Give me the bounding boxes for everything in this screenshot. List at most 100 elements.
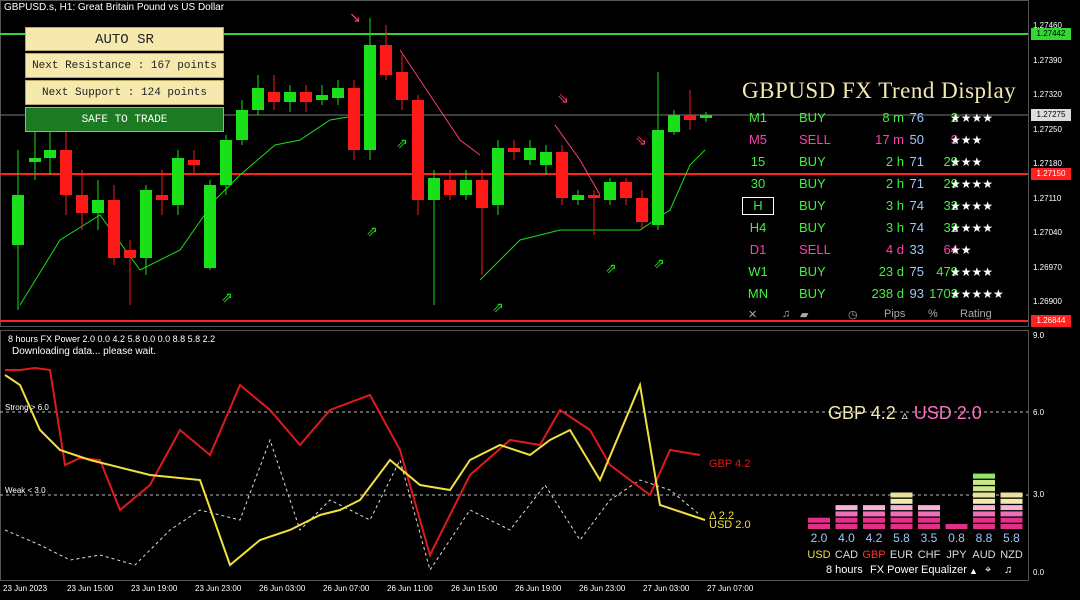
next-support-label: Next Support : 124 points bbox=[25, 80, 224, 105]
age-label: 3 h bbox=[885, 198, 904, 213]
time-tick: 26 Jun 19:00 bbox=[515, 584, 562, 593]
gbp-line-label: GBP 4.2 bbox=[709, 458, 751, 470]
timeframe-label: 30 bbox=[750, 176, 766, 191]
direction-label: BUY bbox=[799, 154, 826, 169]
price-tick: 1.27390 bbox=[1033, 55, 1062, 65]
equalizer-block bbox=[890, 498, 913, 504]
equalizer-mode[interactable]: Equalizer bbox=[921, 564, 967, 576]
fx-power-tick: 6.0 bbox=[1033, 408, 1045, 417]
equalizer-value: 4.2 bbox=[865, 531, 883, 545]
age-label: 17 m bbox=[875, 132, 904, 147]
price-tick: 1.26900 bbox=[1033, 297, 1062, 306]
rating-stars: ★★★★ bbox=[950, 199, 994, 213]
trend-row-mn[interactable]: MN BUY 238 d 1703 93 ★★★★★ bbox=[742, 283, 1026, 305]
equalizer-block bbox=[835, 524, 858, 529]
time-tick: 27 Jun 03:00 bbox=[643, 584, 690, 593]
period-label[interactable]: 8 hours bbox=[826, 564, 863, 576]
rating-stars: ★★★★★ bbox=[950, 287, 1004, 301]
percent-header: % bbox=[928, 308, 938, 320]
equalizer-block bbox=[918, 524, 940, 529]
timeframe-label: H bbox=[742, 197, 774, 215]
equalizer-block bbox=[863, 505, 885, 511]
currency-label-cad[interactable]: CAD bbox=[834, 549, 860, 561]
base-strength: GBP 4.2 bbox=[828, 403, 896, 423]
usd-line-label: USD 2.0 bbox=[709, 519, 751, 531]
crosshair-icon[interactable]: ⌖ bbox=[985, 564, 991, 577]
equalizer-block bbox=[890, 517, 913, 523]
trend-row-m5[interactable]: M5 SELL 17 m 3 50 ★★★ bbox=[742, 129, 1026, 151]
currency-label-nzd[interactable]: NZD bbox=[999, 549, 1025, 561]
triangle-up-icon[interactable]: ▲ bbox=[969, 566, 978, 576]
svg-text:⇗: ⇗ bbox=[366, 223, 378, 239]
fx-power-tick: 0.0 bbox=[1033, 568, 1045, 577]
percent-value: 74 bbox=[909, 220, 924, 235]
age-label: 8 m bbox=[882, 110, 904, 125]
safe-to-trade-status: SAFE TO TRADE bbox=[25, 107, 224, 132]
time-tick: 26 Jun 03:00 bbox=[259, 584, 306, 593]
svg-text:⇗: ⇗ bbox=[396, 135, 408, 151]
equalizer-block bbox=[808, 517, 830, 523]
currency-label-eur[interactable]: EUR bbox=[889, 549, 915, 561]
rating-stars: ★★★★ bbox=[950, 111, 994, 125]
time-tick: 23 Jun 19:00 bbox=[131, 584, 178, 593]
equalizer-block bbox=[1000, 524, 1023, 529]
equalizer-value: 0.8 bbox=[948, 531, 965, 545]
time-tick: 23 Jun 15:00 bbox=[67, 584, 114, 593]
equalizer-block bbox=[835, 517, 858, 523]
equalizer-block bbox=[1000, 505, 1023, 511]
direction-label: BUY bbox=[799, 286, 826, 301]
low-price-marker: 1.26844 bbox=[1031, 315, 1071, 327]
equalizer-block bbox=[890, 492, 913, 498]
equalizer bbox=[808, 473, 1023, 529]
equalizer-block bbox=[918, 511, 940, 517]
direction-label: SELL bbox=[799, 242, 831, 257]
rating-header: Rating bbox=[960, 308, 992, 320]
currency-label-aud[interactable]: AUD bbox=[971, 549, 997, 561]
trend-row-w1[interactable]: W1 BUY 23 d 479 75 ★★★★ bbox=[742, 261, 1026, 283]
age-label: 2 h bbox=[885, 154, 904, 169]
equalizer-value: 2.0 bbox=[810, 531, 828, 545]
timeframe-label: MN bbox=[747, 286, 769, 301]
resistance-price-marker: 1.27442 bbox=[1031, 28, 1071, 40]
timeframe-label: M5 bbox=[748, 132, 768, 147]
percent-value: 76 bbox=[909, 110, 924, 125]
age-label: 23 d bbox=[878, 264, 904, 279]
rating-stars: ★★ bbox=[950, 243, 972, 257]
percent-value: 33 bbox=[909, 242, 924, 257]
clock-icon[interactable]: ◷ bbox=[848, 308, 858, 321]
auto-sr-title[interactable]: AUTO SR bbox=[25, 27, 224, 51]
brush-icon[interactable]: ▰ bbox=[800, 308, 808, 321]
trend-row-m1[interactable]: M1 BUY 8 m 2 76 ★★★★ bbox=[742, 107, 1026, 129]
currency-label-gbp[interactable]: GBP bbox=[861, 549, 887, 561]
trend-row-15[interactable]: 15 BUY 2 h 29 71 ★★★ bbox=[742, 151, 1026, 173]
trend-row-h4[interactable]: H4 BUY 3 h 32 74 ★★★★ bbox=[742, 217, 1026, 239]
price-tick: 1.27320 bbox=[1033, 90, 1062, 99]
timeframe-label: M1 bbox=[748, 110, 768, 125]
equalizer-block bbox=[973, 486, 995, 492]
trend-row-h[interactable]: H BUY 3 h 32 74 ★★★★ bbox=[742, 195, 1026, 217]
close-icon[interactable]: ✕ bbox=[748, 308, 757, 321]
currency-label-usd[interactable]: USD bbox=[806, 549, 832, 561]
equalizer-block bbox=[863, 511, 885, 517]
time-tick: 23 Jun 2023 bbox=[3, 584, 48, 593]
price-tick: 1.26970 bbox=[1033, 262, 1062, 272]
weak-level-label: Weak < 3.0 bbox=[5, 486, 46, 495]
trend-row-d1[interactable]: D1 SELL 4 d 64 33 ★★ bbox=[742, 239, 1026, 261]
fx-power-name[interactable]: FX Power bbox=[870, 564, 918, 576]
rating-stars: ★★★ bbox=[950, 155, 983, 169]
currency-label-jpy[interactable]: JPY bbox=[944, 549, 970, 561]
timeframe-label: W1 bbox=[748, 264, 768, 279]
trend-row-30[interactable]: 30 BUY 2 h 29 71 ★★★★ bbox=[742, 173, 1026, 195]
currency-label-chf[interactable]: CHF bbox=[916, 549, 942, 561]
direction-label: BUY bbox=[799, 220, 826, 235]
time-tick: 23 Jun 23:00 bbox=[195, 584, 242, 593]
price-tick: 1.27040 bbox=[1033, 228, 1062, 237]
music-note-icon[interactable]: ♫ bbox=[1004, 564, 1012, 576]
equalizer-value: 4.0 bbox=[838, 531, 855, 545]
svg-text:⇘: ⇘ bbox=[635, 132, 647, 148]
percent-value: 74 bbox=[909, 198, 924, 213]
svg-text:↘: ↘ bbox=[349, 9, 361, 25]
music-note-icon[interactable]: ♫ bbox=[782, 308, 790, 320]
equalizer-block bbox=[1000, 517, 1023, 523]
time-tick: 26 Jun 07:00 bbox=[323, 584, 370, 593]
